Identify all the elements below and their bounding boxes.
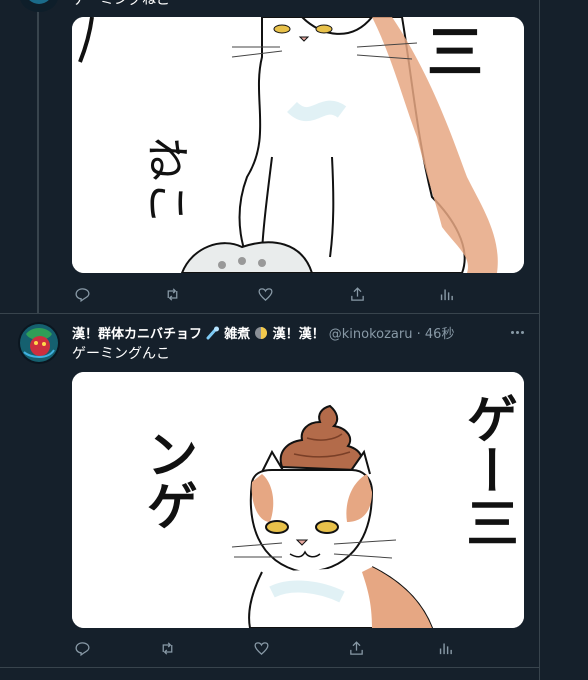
share-icon[interactable]	[347, 284, 367, 304]
reply-icon[interactable]	[72, 284, 92, 304]
comet-emoji-icon	[206, 326, 220, 340]
retweet-icon[interactable]	[162, 284, 182, 304]
display-name[interactable]: 漢！群体カニバチョフ	[72, 327, 202, 342]
divider	[0, 667, 539, 668]
display-name-part[interactable]: 雑煮	[224, 327, 250, 342]
analytics-icon[interactable]	[436, 284, 456, 304]
artwork-text: ゲー三	[457, 392, 517, 548]
tweet-text: ゲーミングんこ	[72, 346, 170, 362]
tweet-image[interactable]: 三 ねこ	[72, 17, 524, 273]
share-icon[interactable]	[346, 638, 366, 658]
artwork-text: ねこ	[141, 137, 192, 225]
more-options-button[interactable]	[506, 322, 528, 342]
thread-line	[37, 10, 39, 314]
tweet-image[interactable]: ゲー三 ンゲ	[72, 372, 524, 628]
avatar[interactable]	[20, 0, 58, 12]
divider	[0, 313, 539, 314]
tweet-actions	[72, 638, 462, 658]
tweet-header: 漢！群体カニバチョフ 雑煮 漢！漢！ @kinokozaru · 46秒	[72, 323, 454, 343]
artwork-text: ンゲ	[137, 427, 197, 531]
avatar[interactable]	[18, 322, 60, 364]
user-handle[interactable]: @kinokozaru	[329, 327, 413, 342]
like-icon[interactable]	[255, 284, 275, 304]
timeline: ゲーミングねこ 三 ねこ 漢！群体カニバチョフ 雑煮 漢！漢！ @kinokoz…	[0, 0, 540, 680]
moon-emoji-icon	[254, 326, 268, 340]
reply-icon[interactable]	[72, 638, 92, 658]
separator: ·	[416, 327, 421, 342]
retweet-icon[interactable]	[157, 638, 177, 658]
tweet-text: ゲーミングねこ	[72, 0, 170, 8]
timestamp[interactable]: 46秒	[425, 327, 455, 342]
like-icon[interactable]	[251, 638, 271, 658]
artwork-text: 三	[427, 21, 483, 86]
analytics-icon[interactable]	[435, 638, 455, 658]
tweet-actions	[72, 284, 462, 304]
display-name-tail[interactable]: 漢！漢！	[273, 327, 325, 342]
